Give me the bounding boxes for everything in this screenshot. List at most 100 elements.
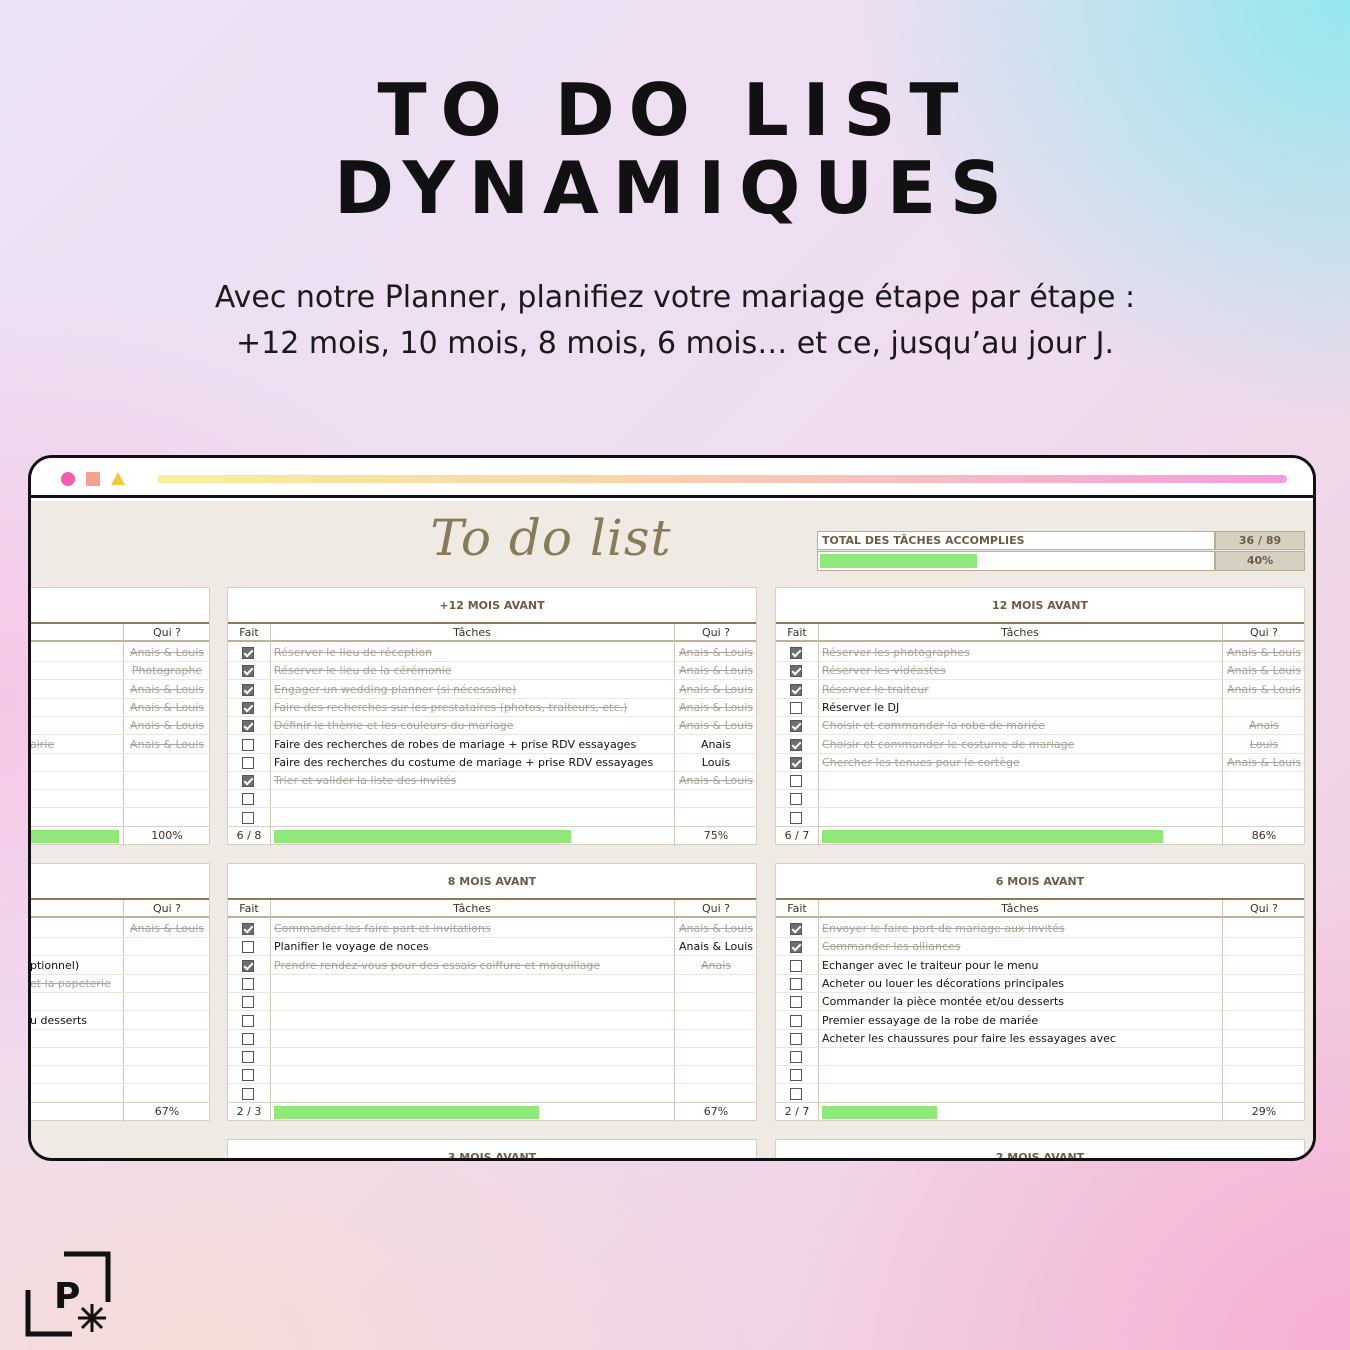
page-heading-line2: DYNAMIQUES [334,146,1016,230]
column-tasks: Tâches [453,626,491,639]
task-checkbox[interactable] [790,701,802,714]
task-checkbox[interactable] [242,1069,254,1082]
column-headers: Qui ? [31,900,209,918]
table-row [228,790,758,809]
table-row: Commander les alliances [776,938,1306,957]
task-checkbox[interactable] [790,738,802,751]
table-row: airie Anais & Louis [31,736,211,754]
task-checkbox[interactable] [790,683,802,696]
task-text: Choisir et commander le costume de maria… [822,737,1075,751]
task-checkbox[interactable] [242,647,254,659]
task-checkbox[interactable] [790,793,802,806]
task-checkbox[interactable] [790,811,802,824]
maximize-triangle-icon[interactable] [111,472,125,485]
panel-percent: 67% [154,1105,180,1118]
task-owner: Anais & Louis [678,664,754,678]
column-who: Qui ? [701,902,731,915]
task-checkbox[interactable] [790,647,802,659]
task-checkbox[interactable] [242,738,254,751]
task-owner: Anais & Louis [129,719,205,733]
panel-count: 2 / 7 [784,1105,810,1118]
task-checkbox[interactable] [242,793,254,806]
task-text: Engager un wedding planner (si nécessair… [274,682,517,696]
task-checkbox[interactable] [790,1014,802,1027]
task-checkbox[interactable] [790,756,802,769]
task-checkbox[interactable] [242,701,254,714]
panel-count: 2 / 3 [236,1105,262,1118]
table-row: u desserts [31,1012,211,1030]
task-checkbox[interactable] [242,1014,254,1027]
task-checkbox[interactable] [242,1087,254,1100]
task-text: Acheter les chaussures pour faire les es… [822,1031,1116,1045]
total-percent: 40% [1215,551,1305,571]
task-owner: Anais & Louis [678,922,754,935]
task-text: et la papeterie [31,976,111,990]
task-checkbox[interactable] [242,959,254,972]
task-owner: Anais & Louis [678,682,754,696]
task-checkbox[interactable] [790,996,802,1009]
task-owner: Anais & Louis [678,719,754,733]
task-checkbox[interactable] [242,1051,254,1064]
task-text: Faire des recherches de robes de mariage… [274,737,637,751]
spreadsheet: To do list TOTAL DES TÂCHES ACCOMPLIES 3… [31,501,1313,1161]
table-row [228,993,758,1012]
task-checkbox[interactable] [790,1069,802,1082]
address-bar[interactable] [157,475,1287,483]
table-row: ptionnel) [31,957,211,975]
panel-footer: 6 / 7 86% [776,826,1304,844]
close-dot-icon[interactable] [61,472,75,486]
task-checkbox[interactable] [242,720,254,733]
total-summary: TOTAL DES TÂCHES ACCOMPLIES 36 / 89 40% [817,531,1305,571]
column-headers: Fait Tâches Qui ? [776,624,1304,642]
task-checkbox[interactable] [790,665,802,678]
panel-title: 3 MOIS AVANT [447,1151,537,1161]
task-checkbox[interactable] [242,683,254,696]
panel-footer: 6 / 8 75% [228,826,756,844]
table-row [776,1066,1306,1085]
table-row: Trier et valider la liste des invités Ana… [228,772,758,791]
task-checkbox[interactable] [242,996,254,1009]
task-checkbox[interactable] [242,941,254,954]
task-checkbox[interactable] [242,977,254,990]
table-row [31,938,211,957]
table-row [776,772,1306,791]
task-checkbox[interactable] [790,775,802,788]
task-checkbox[interactable] [790,977,802,990]
column-headers: Qui ? [31,624,209,642]
total-progress-fill [820,554,977,568]
task-checkbox[interactable] [790,1051,802,1064]
task-checkbox[interactable] [242,1032,254,1045]
column-tasks: Tâches [1001,626,1039,639]
task-checkbox[interactable] [790,1087,802,1100]
task-checkbox[interactable] [242,665,254,678]
table-row [31,790,211,809]
table-row [228,1085,758,1103]
panel-progress-fill [274,830,571,843]
task-owner: Anais & Louis [1226,664,1302,678]
panel-p12: +12 MOIS AVANT Fait Tâches Qui ? Réserver le… [227,587,758,846]
task-checkbox[interactable] [242,775,254,788]
task-checkbox[interactable] [242,923,254,935]
task-checkbox[interactable] [790,1032,802,1045]
panel-percent: 29% [1251,1105,1277,1118]
task-owner: Louis [701,755,731,769]
minimize-square-icon[interactable] [86,472,100,486]
table-row: et la papeterie [31,975,211,993]
table-row [31,993,211,1012]
task-text: u desserts [31,1013,88,1027]
table-row [776,790,1306,809]
panel-left_mid: Qui ? Anais & Louis ptionnel) et la papeter… [31,863,211,1122]
task-checkbox[interactable] [790,941,802,954]
table-row [228,809,758,827]
column-tasks: Tâches [453,902,491,915]
column-who: Qui ? [152,902,182,915]
total-count: 36 / 89 [1215,531,1305,550]
task-checkbox[interactable] [790,720,802,733]
task-checkbox[interactable] [790,959,802,972]
task-checkbox[interactable] [790,923,802,935]
table-row: Définir le thème et les couleurs du mari… [228,717,758,736]
task-checkbox[interactable] [242,756,254,769]
task-checkbox[interactable] [242,811,254,824]
column-headers: Fait Tâches Qui ? [776,900,1304,918]
task-owner: Anais [1248,719,1280,733]
